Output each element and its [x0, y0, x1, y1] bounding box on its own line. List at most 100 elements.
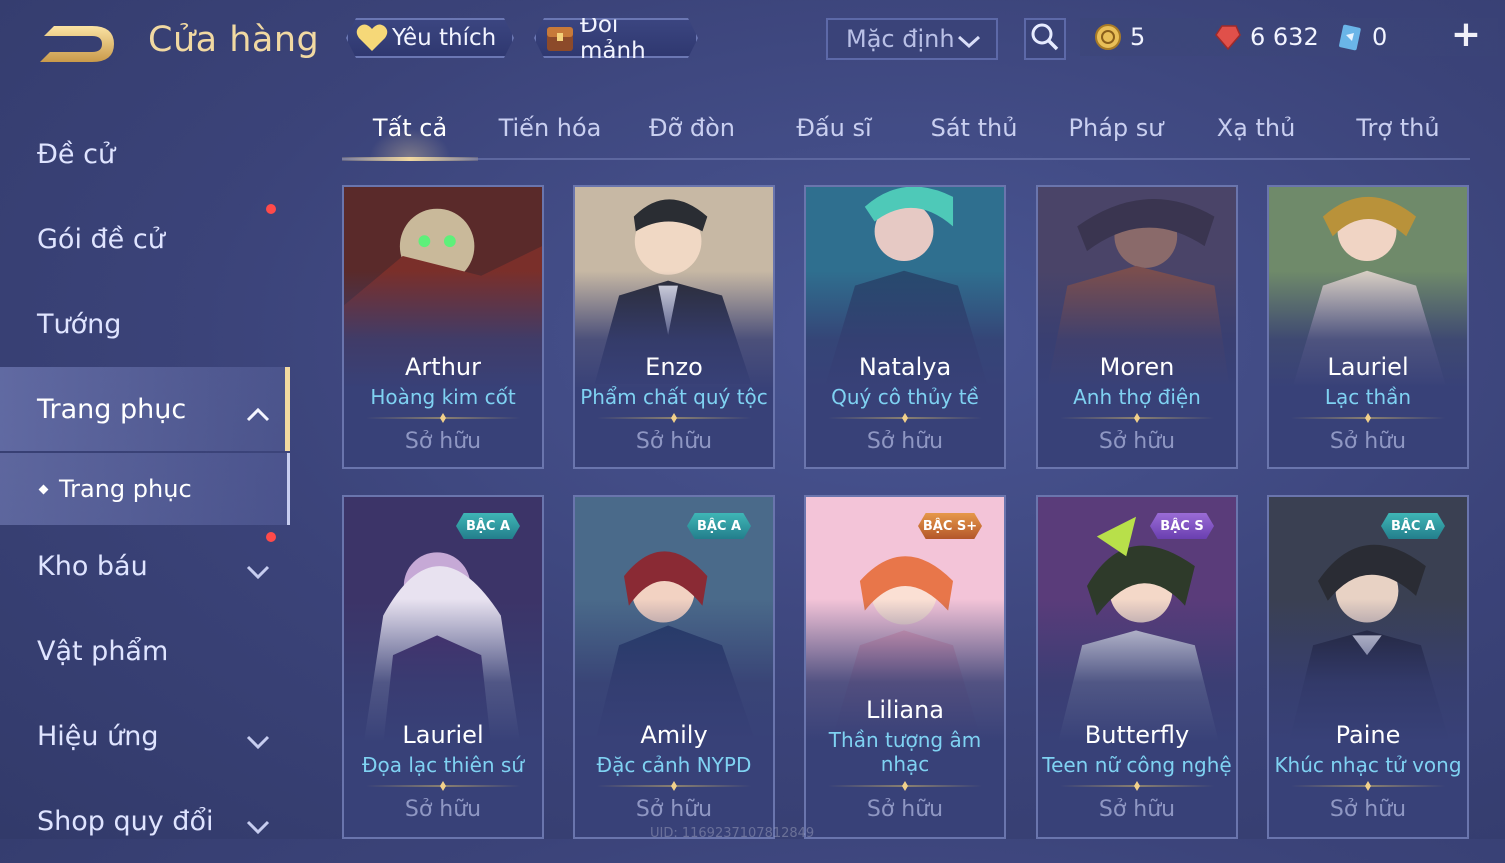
tab-assassin[interactable]: Sát thủ: [906, 106, 1042, 158]
sidebar-item-treasure[interactable]: Kho báu: [0, 524, 290, 608]
sidebar-item-label: Trang phục: [37, 393, 187, 425]
sidebar-item-featured[interactable]: Đề cử: [0, 112, 290, 196]
search-button[interactable]: [1024, 18, 1066, 60]
divider: [1291, 417, 1445, 419]
ownership-status: Sở hữu: [866, 797, 944, 822]
hero-name: Liliana: [866, 696, 944, 724]
divider: [366, 785, 520, 787]
favorite-button[interactable]: Yêu thích: [346, 18, 514, 58]
divider: [366, 417, 520, 419]
divider: [1291, 785, 1445, 787]
tier-badge: BẬC A: [456, 513, 520, 539]
sidebar-item-items[interactable]: Vật phẩm: [0, 609, 290, 693]
ownership-status: Sở hữu: [404, 429, 482, 454]
tab-evolution[interactable]: Tiến hóa: [482, 106, 618, 158]
tab-marksman[interactable]: Xạ thủ: [1188, 106, 1324, 158]
divider: [597, 785, 751, 787]
sort-dropdown[interactable]: Mặc định: [826, 18, 998, 60]
card-balance: 0: [1336, 20, 1387, 54]
gem-balance: 6 632: [1214, 20, 1319, 54]
divider: [828, 785, 982, 787]
skin-name: Quý cô thủy tề: [831, 385, 979, 409]
sidebar-item-heroes[interactable]: Tướng: [0, 282, 290, 366]
sidebar-item-label: Đề cử: [37, 138, 116, 170]
page-title: Cửa hàng: [148, 20, 320, 60]
skin-name: Lạc thần: [1324, 385, 1412, 409]
skin-card[interactable]: BẬC S+ Liliana Thần tượng âm nhạc Sở hữu: [804, 495, 1006, 839]
notification-dot: [266, 532, 276, 542]
hero-name: Butterfly: [1084, 721, 1190, 749]
chevron-down-icon: [246, 556, 270, 587]
skin-name: Anh thợ điện: [1073, 385, 1201, 409]
gem-icon: [1214, 23, 1242, 51]
skin-name: Khúc nhạc tử vong: [1274, 753, 1462, 777]
add-currency-button[interactable]: +: [1450, 17, 1482, 53]
ownership-status: Sở hữu: [1329, 797, 1407, 822]
coin-balance: 5: [1094, 20, 1145, 54]
coin-icon: [1094, 23, 1122, 51]
tier-badge: BẬC S+: [918, 513, 982, 539]
ownership-status: Sở hữu: [635, 797, 713, 822]
ownership-status: Sở hữu: [1329, 429, 1407, 454]
divider: [1060, 417, 1214, 419]
tab-tank[interactable]: Đỡ đòn: [624, 106, 760, 158]
sidebar: Đề cử Gói đề cử Tướng Trang phục Trang p…: [0, 100, 290, 839]
sidebar-item-featured-packs[interactable]: Gói đề cử: [0, 197, 290, 281]
skin-name: Thần tượng âm nhạc: [828, 728, 982, 776]
tab-mage[interactable]: Pháp sư: [1048, 106, 1184, 158]
chevron-down-icon: [246, 811, 270, 842]
skin-card[interactable]: BẬC A Paine Khúc nhạc tử vong Sở hữu: [1267, 495, 1469, 839]
skin-name: Đọa lạc thiên sứ: [361, 753, 525, 777]
skin-card[interactable]: Enzo Phẩm chất quý tộc Sở hữu: [573, 185, 775, 469]
hero-name: Natalya: [858, 353, 952, 381]
divider: [597, 417, 751, 419]
chevron-down-icon: [246, 726, 270, 757]
notification-dot: [266, 204, 276, 214]
skin-card[interactable]: Natalya Quý cô thủy tề Sở hữu: [804, 185, 1006, 469]
sidebar-item-effects[interactable]: Hiệu ứng: [0, 694, 290, 778]
sidebar-item-label: Kho báu: [37, 550, 148, 582]
top-bar: Cửa hàng Yêu thích Đổi mảnh Mặc định 5 6…: [0, 0, 1505, 80]
divider: [828, 417, 982, 419]
tab-support[interactable]: Trợ thủ: [1330, 106, 1466, 158]
ownership-status: Sở hữu: [1098, 429, 1176, 454]
skin-card[interactable]: Lauriel Lạc thần Sở hữu: [1267, 185, 1469, 469]
sidebar-subitem-label: Trang phục: [59, 475, 192, 503]
sidebar-item-skins[interactable]: Trang phục: [0, 367, 290, 451]
search-icon: [1030, 22, 1060, 56]
hero-name: Paine: [1335, 721, 1401, 749]
exchange-shards-button[interactable]: Đổi mảnh: [534, 18, 698, 58]
hero-name: Arthur: [405, 353, 481, 381]
hero-name: Lauriel: [402, 721, 484, 749]
skin-card[interactable]: BẬC A Amily Đặc cảnh NYPD Sở hữu: [573, 495, 775, 839]
tier-badge: BẬC A: [1381, 513, 1445, 539]
tier-badge: BẬC S: [1150, 513, 1214, 539]
sidebar-item-label: Hiệu ứng: [37, 720, 159, 752]
sidebar-item-label: Gói đề cử: [37, 223, 165, 255]
skin-card[interactable]: BẬC S Butterfly Teen nữ công nghệ Sở hữu: [1036, 495, 1238, 839]
sidebar-item-label: Shop quy đổi: [37, 805, 214, 837]
sidebar-subitem-skins[interactable]: Trang phục: [0, 453, 290, 525]
hero-name: Enzo: [645, 353, 703, 381]
card-value: 0: [1372, 23, 1388, 51]
skin-card[interactable]: Arthur Hoàng kim cốt Sở hữu: [342, 185, 544, 469]
skin-name: Teen nữ công nghệ: [1042, 753, 1232, 777]
tab-fighter[interactable]: Đấu sĩ: [766, 106, 902, 158]
card-icon: [1336, 23, 1364, 51]
gem-value: 6 632: [1250, 23, 1319, 51]
chevron-down-icon: [956, 30, 982, 58]
skin-name: Đặc cảnh NYPD: [596, 753, 752, 777]
back-arrow-icon[interactable]: [36, 20, 118, 66]
coin-value: 5: [1130, 23, 1146, 51]
ownership-status: Sở hữu: [866, 429, 944, 454]
sidebar-item-exchange-shop[interactable]: Shop quy đổi: [0, 779, 290, 863]
tier-badge: BẬC A: [687, 513, 751, 539]
role-tabs: Tất cả Tiến hóa Đỡ đòn Đấu sĩ Sát thủ Ph…: [342, 106, 1470, 161]
sidebar-item-label: Tướng: [37, 308, 122, 340]
skin-card[interactable]: BẬC A Lauriel Đọa lạc thiên sứ Sở hữu: [342, 495, 544, 839]
tab-all[interactable]: Tất cả: [342, 106, 478, 161]
treasure-chest-icon: [544, 23, 576, 53]
skin-card[interactable]: Moren Anh thợ điện Sở hữu: [1036, 185, 1238, 469]
sort-value: Mặc định: [846, 25, 955, 53]
hero-name: Lauriel: [1327, 353, 1409, 381]
